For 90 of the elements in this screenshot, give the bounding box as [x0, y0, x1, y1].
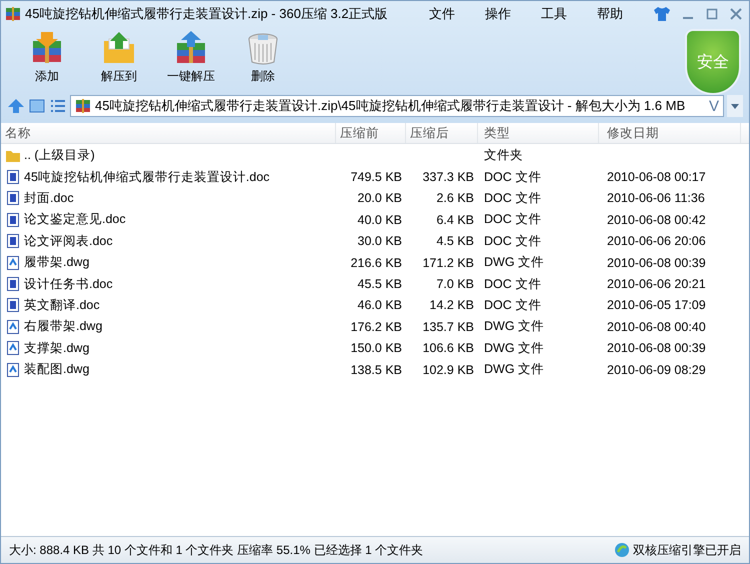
- file-name[interactable]: 论文评阅表.doc: [24, 232, 113, 250]
- drawing-file-icon: [5, 340, 21, 356]
- file-size: 30.0 KB: [358, 234, 402, 248]
- toolbar-button[interactable]: 解压到: [91, 31, 147, 85]
- modified-date: 2010-06-09 08:29: [607, 362, 706, 377]
- file-type: DOC 文件: [484, 234, 542, 248]
- file-type: DWG 文件: [484, 319, 544, 334]
- menu-item[interactable]: 操作: [485, 5, 511, 23]
- file-name[interactable]: 履带架.dwg: [24, 254, 90, 272]
- drawing-file-icon: [5, 254, 21, 271]
- engine-logo-icon: [614, 542, 630, 558]
- file-type: DOC 文件: [484, 170, 542, 184]
- archive-icon: [5, 6, 21, 22]
- modified-date: 2010-06-06 11:36: [607, 191, 705, 206]
- modified-date: 2010-06-05 17:09: [607, 298, 706, 312]
- folder-extract-icon: [101, 31, 137, 65]
- window-title: 45吨旋挖钻机伸缩式履带行走装置设计.zip - 360压缩 3.2正式版: [25, 5, 388, 23]
- file-name[interactable]: 设计任务书.doc: [24, 276, 113, 293]
- file-size: 216.6 KB: [350, 256, 402, 270]
- file-size: 46.0 KB: [358, 298, 402, 312]
- column-header[interactable]: 类型: [478, 123, 599, 143]
- file-size: 20.0 KB: [358, 191, 402, 206]
- packed-size: 135.7 KB: [422, 320, 474, 334]
- menu-item[interactable]: 工具: [541, 5, 567, 23]
- file-size: 150.0 KB: [350, 341, 402, 356]
- toolbar-button[interactable]: 添加: [19, 31, 75, 85]
- address-field[interactable]: 45吨旋挖钻机伸缩式履带行走装置设计.zip\45吨旋挖钻机伸缩式履带行走装置设计 - 解包大小为 1.6 MB V: [70, 95, 724, 117]
- file-size: 138.5 KB: [350, 362, 402, 377]
- column-header[interactable]: 压缩后: [406, 123, 478, 143]
- view-icon[interactable]: [28, 97, 46, 115]
- file-type: DOC 文件: [484, 298, 542, 312]
- file-name[interactable]: 论文鉴定意见.doc: [24, 211, 126, 228]
- packed-size: 7.0 KB: [436, 277, 474, 292]
- column-header[interactable]: 压缩前: [336, 123, 406, 143]
- packed-size: 6.4 KB: [436, 212, 474, 227]
- document-icon: [5, 169, 21, 186]
- packed-size: 2.6 KB: [436, 191, 474, 206]
- drawing-file-icon: [5, 318, 21, 335]
- packed-size: 106.6 KB: [422, 341, 474, 356]
- dropdown-caret-icon[interactable]: [727, 95, 743, 117]
- status-text: 大小: 888.4 KB 共 10 个文件和 1 个文件夹 压缩率 55.1% 已经选择 1 个文件夹: [9, 542, 424, 558]
- column-header[interactable]: 名称: [1, 123, 336, 143]
- file-size: 176.2 KB: [350, 320, 402, 334]
- file-size: 45.5 KB: [358, 277, 402, 292]
- modified-date: 2010-06-08 00:42: [607, 212, 706, 227]
- modified-date: 2010-06-06 20:06: [607, 234, 706, 248]
- column-header[interactable]: 修改日期: [599, 123, 741, 143]
- engine-status: 双核压缩引擎已开启: [633, 542, 741, 558]
- file-name[interactable]: 支撑架.dwg: [24, 340, 90, 357]
- file-type: 文件夹: [484, 148, 523, 162]
- toolbar-button[interactable]: 删除: [235, 31, 291, 85]
- document-icon: [5, 297, 21, 314]
- file-type: DWG 文件: [484, 255, 544, 270]
- archive-icon: [75, 98, 91, 114]
- menu-item[interactable]: 帮助: [597, 5, 623, 23]
- document-icon: [5, 212, 21, 228]
- file-size: 40.0 KB: [358, 212, 402, 227]
- modified-date: 2010-06-08 00:39: [607, 256, 706, 270]
- close-icon[interactable]: [729, 7, 743, 21]
- menu-item[interactable]: 文件: [429, 5, 455, 23]
- file-name[interactable]: 45吨旋挖钻机伸缩式履带行走装置设计.doc: [24, 168, 270, 186]
- file-type: DWG 文件: [484, 340, 544, 355]
- packed-size: 171.2 KB: [422, 256, 474, 270]
- file-name[interactable]: 右履带架.dwg: [24, 318, 102, 336]
- packed-size: 4.5 KB: [436, 234, 474, 248]
- toolbar-button[interactable]: 一键解压: [163, 31, 219, 85]
- modified-date: 2010-06-06 20:21: [607, 277, 706, 292]
- modified-date: 2010-06-08 00:17: [607, 170, 706, 184]
- file-type: DOC 文件: [484, 190, 542, 205]
- file-type: DOC 文件: [484, 212, 542, 226]
- document-icon: [5, 276, 21, 292]
- shirt-icon[interactable]: [653, 6, 671, 22]
- file-type: DWG 文件: [484, 362, 544, 376]
- modified-date: 2010-06-08 00:39: [607, 341, 706, 356]
- file-name[interactable]: .. (上级目录): [24, 147, 95, 164]
- file-name[interactable]: 封面.doc: [24, 190, 74, 207]
- document-icon: [5, 190, 21, 206]
- packed-size: 14.2 KB: [430, 298, 474, 312]
- maximize-icon[interactable]: [705, 7, 719, 21]
- file-size: 749.5 KB: [350, 170, 402, 184]
- modified-date: 2010-06-08 00:40: [607, 320, 706, 334]
- packed-size: 102.9 KB: [422, 362, 474, 377]
- document-icon: [5, 233, 21, 250]
- file-type: DOC 文件: [484, 276, 542, 291]
- packed-size: 337.3 KB: [422, 170, 474, 184]
- drawing-file-icon: [5, 362, 21, 378]
- list-view-icon[interactable]: [49, 97, 67, 115]
- up-arrow-icon[interactable]: [7, 97, 25, 115]
- file-name[interactable]: 英文翻译.doc: [24, 296, 100, 314]
- file-name[interactable]: 装配图.dwg: [24, 361, 90, 378]
